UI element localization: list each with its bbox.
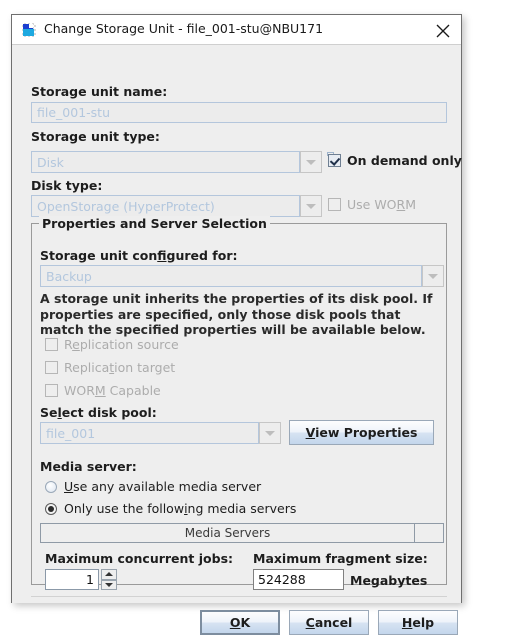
replication-target-label: Replication target xyxy=(64,360,176,375)
chevron-down-icon xyxy=(300,151,322,173)
checkbox-box xyxy=(328,198,341,211)
select-disk-pool-label: Select disk pool: xyxy=(40,405,157,420)
radio-use-any-label: Use any available media server xyxy=(64,479,262,494)
media-server-label: Media server: xyxy=(40,459,137,474)
stepper-down-icon[interactable] xyxy=(101,579,117,590)
radio-circle xyxy=(45,481,57,493)
on-demand-only-checkbox[interactable]: On demand only xyxy=(327,152,462,168)
radio-only-use-label: Only use the following media servers xyxy=(64,501,297,516)
media-servers-table[interactable]: Media Servers xyxy=(40,523,444,543)
help-button[interactable]: Help xyxy=(378,610,458,635)
checkbox-box xyxy=(45,384,58,397)
worm-capable-label: WORM Capable xyxy=(64,383,161,398)
media-servers-extra-column-header[interactable] xyxy=(415,524,443,542)
ok-button[interactable]: OK xyxy=(200,610,280,635)
dialog-body: Storage unit name: file_001-stu Storage … xyxy=(12,45,462,635)
max-concurrent-jobs-stepper[interactable]: 1 xyxy=(45,569,117,590)
chevron-down-icon xyxy=(300,195,322,217)
checkbox-box xyxy=(45,361,58,374)
chevron-down-icon xyxy=(259,422,281,444)
dialog-title: Change Storage Unit - file_001-stu@NBU17… xyxy=(44,21,324,36)
media-servers-column-header[interactable]: Media Servers xyxy=(41,524,415,542)
storage-unit-name-label: Storage unit name: xyxy=(31,84,168,99)
group-title: Properties and Server Selection xyxy=(39,216,270,231)
radio-circle xyxy=(45,503,57,515)
replication-source-label: Replication source xyxy=(64,337,179,352)
close-icon[interactable] xyxy=(431,19,455,41)
checkbox-box xyxy=(328,154,341,167)
max-concurrent-jobs-label: Maximum concurrent jobs: xyxy=(45,551,234,566)
configured-for-combo: Backup xyxy=(40,265,444,287)
max-fragment-size-label: Maximum fragment size: xyxy=(253,551,428,566)
stepper-arrows[interactable] xyxy=(101,569,117,590)
checkbox-box xyxy=(45,338,58,351)
on-demand-only-label: On demand only xyxy=(347,153,462,168)
disk-type-combo: OpenStorage (HyperProtect) xyxy=(31,195,322,217)
inheritance-description: A storage unit inherits the properties o… xyxy=(40,291,433,337)
storage-unit-type-combo: Disk xyxy=(31,151,322,173)
chevron-down-icon xyxy=(422,265,444,287)
use-worm-label: Use WORM xyxy=(347,197,417,212)
configured-for-value: Backup xyxy=(40,265,422,287)
dialog-titlebar[interactable]: Change Storage Unit - file_001-stu@NBU17… xyxy=(12,15,461,45)
disk-type-label: Disk type: xyxy=(31,178,103,193)
change-storage-unit-dialog: Change Storage Unit - file_001-stu@NBU17… xyxy=(11,14,462,635)
storage-unit-icon xyxy=(22,23,36,37)
footer-divider xyxy=(31,596,447,597)
view-properties-button[interactable]: View Properties xyxy=(289,420,434,445)
stepper-up-icon[interactable] xyxy=(101,569,117,580)
select-disk-pool-combo: file_001 xyxy=(40,422,281,444)
select-disk-pool-value: file_001 xyxy=(40,422,259,444)
max-concurrent-jobs-input[interactable]: 1 xyxy=(45,569,99,590)
megabytes-label: Megabytes xyxy=(350,573,428,588)
cancel-button[interactable]: Cancel xyxy=(289,610,369,635)
storage-unit-name-input: file_001-stu xyxy=(31,102,447,123)
disk-type-value: OpenStorage (HyperProtect) xyxy=(31,195,300,217)
storage-unit-type-label: Storage unit type: xyxy=(31,129,160,144)
storage-unit-type-value: Disk xyxy=(31,151,300,173)
max-fragment-size-input[interactable]: 524288 xyxy=(253,569,344,590)
configured-for-label: Storage unit configured for: xyxy=(40,248,238,263)
